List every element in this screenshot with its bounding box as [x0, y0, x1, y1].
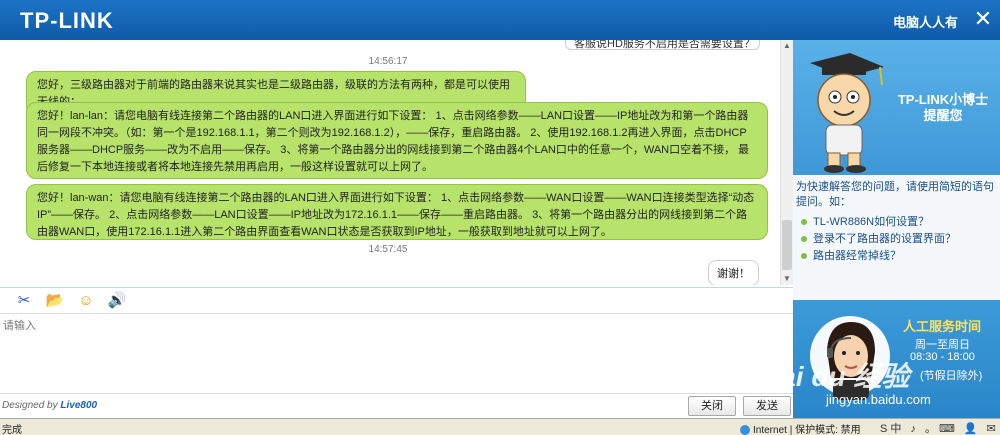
faq-link-label[interactable]: 路由器经常掉线？ [813, 250, 901, 262]
service-title: 人工服务时间 [903, 319, 982, 334]
faq-link-label[interactable]: 登录不了路由器的设置界面？ [813, 233, 956, 245]
faq-link[interactable]: TL-WR886N如何设置？ [801, 213, 929, 229]
message-timestamp: 14:57:45 [368, 244, 408, 255]
faq-section: 为快速解答您的问题，请使用简短的语句提问。如： TL-WR886N如何设置？ 登… [793, 175, 1000, 300]
title-bar: TP-LINK 电脑人人有 ✕ [0, 0, 1000, 40]
baidu-watermark-url: jingyan.baidu.com [826, 392, 931, 407]
close-icon[interactable]: ✕ [970, 6, 996, 32]
faq-link[interactable]: 路由器经常掉线？ [801, 247, 901, 263]
live800-brand[interactable]: Live800 [60, 400, 97, 411]
tplink-logo: TP-LINK [20, 8, 114, 33]
designed-by-credit: Designed by Live800 [2, 400, 97, 411]
security-zone: Internet | 保护模式: 禁用 [740, 421, 861, 435]
baidu-watermark: Bai du 经验 [760, 361, 910, 392]
send-button[interactable]: 发送 [743, 396, 791, 416]
doctor-title: TP-LINK小博士 提醒您 [890, 92, 996, 124]
message-input[interactable] [0, 314, 793, 393]
scroll-thumb[interactable] [782, 220, 792, 270]
faq-intro: 为快速解答您的问题，请使用简短的语句提问。如： [796, 181, 994, 208]
sound-icon[interactable]: 🔊 [107, 291, 127, 311]
doctor-title-line1: TP-LINK小博士 [897, 92, 989, 107]
bullet-icon [801, 236, 807, 243]
bullet-icon [801, 219, 807, 226]
doctor-banner: TP-LINK小博士 提醒您 [793, 40, 1000, 175]
security-zone-label: Internet | 保护模式: 禁用 [753, 425, 861, 435]
scroll-up-arrow-icon[interactable]: ▲ [781, 40, 793, 52]
chat-toolbar: ✂ 📂 ☺ 🔊 [0, 287, 793, 313]
header-username: 电脑人人有 [893, 16, 959, 31]
agent-message-bubble: 您好！lan-lan：请您电脑有线连接第二个路由器的LAN口进入界面进行如下设置… [26, 102, 768, 179]
designed-by-label: Designed by [2, 400, 58, 411]
chat-scrollbar[interactable]: ▲ ▼ [780, 40, 793, 285]
message-timestamp: 14:56:17 [368, 56, 408, 67]
user-message-bubble: 谢谢！ [708, 260, 759, 285]
faq-link[interactable]: 登录不了路由器的设置界面？ [801, 230, 956, 246]
faq-link-label[interactable]: TL-WR886N如何设置？ [813, 216, 929, 228]
scroll-down-arrow-icon[interactable]: ▼ [781, 273, 793, 285]
bullet-icon [801, 253, 807, 260]
screenshot-icon[interactable]: ✂ [14, 291, 34, 311]
doctor-title-line2: 提醒您 [923, 108, 963, 123]
agent-message-bubble: 您好！lan-wan：请您电脑有线连接第二个路由器的LAN口进入界面进行如下设置… [26, 184, 768, 240]
file-transfer-icon[interactable]: 📂 [45, 291, 65, 311]
message-input-area[interactable] [0, 313, 793, 393]
system-tray[interactable]: S中 ♪ 。⌨ 👤 ✉ [880, 420, 999, 435]
emoticon-icon[interactable]: ☺ [76, 291, 96, 311]
input-footer: Designed by Live800 关闭 发送 [0, 393, 793, 418]
browser-status-bar: 完成 Internet | 保护模式: 禁用 S中 ♪ 。⌨ 👤 ✉ [0, 418, 1000, 435]
user-message-bubble: 客服说HD服务不启用是否需要设置？ [565, 40, 760, 50]
status-text: 完成 [2, 425, 22, 435]
doctor-mascot-icon [810, 53, 884, 173]
service-days: 周一至周日 [915, 339, 970, 351]
globe-icon [740, 425, 750, 435]
close-button[interactable]: 关闭 [688, 396, 736, 416]
service-holiday-note: (节假日除外) [920, 370, 983, 382]
chat-history: 客服说HD服务不启用是否需要设置？ 14:56:17 您好，三级路由器对于前端的… [0, 40, 780, 285]
